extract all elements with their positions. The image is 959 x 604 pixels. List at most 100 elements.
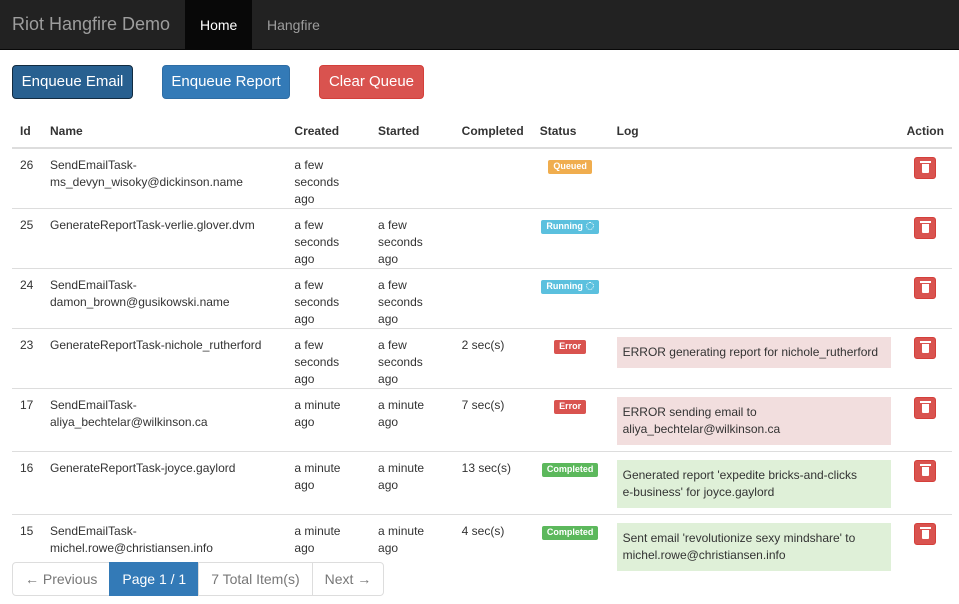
- status-badge-text: Completed: [546, 527, 594, 537]
- header-completed: Completed: [453, 115, 532, 149]
- navbar: Riot Hangfire Demo Home Hangfire: [0, 0, 959, 50]
- cell-action: [898, 451, 952, 515]
- cell-log: Generated report 'expedite bricks-and-cl…: [608, 451, 899, 515]
- cell-status: Running: [531, 268, 609, 329]
- cell-completed: 7 sec(s): [453, 388, 532, 452]
- cell-name: SendEmailTask- aliya_bechtelar@wilkinson…: [41, 388, 287, 452]
- brand-title[interactable]: Riot Hangfire Demo: [12, 14, 170, 35]
- table-row: 24 SendEmailTask- damon_brown@gusikowski.…: [12, 268, 952, 329]
- enqueue-email-button[interactable]: Enqueue Email: [12, 65, 133, 99]
- cell-status: Queued: [531, 147, 609, 209]
- cell-id: 17: [12, 388, 42, 452]
- total-items-count: 7 Total Item(s): [198, 562, 313, 596]
- delete-button[interactable]: [914, 397, 937, 419]
- status-badge: Completed: [541, 526, 599, 540]
- status-badge-text: Running: [546, 281, 583, 291]
- cell-created: a few seconds ago: [286, 268, 371, 329]
- cell-action: [898, 328, 952, 389]
- trash-icon: [920, 341, 932, 353]
- cell-created: a minute ago: [286, 451, 371, 515]
- cell-created: a few seconds ago: [286, 328, 371, 389]
- header-log: Log: [608, 115, 899, 149]
- cell-name: GenerateReportTask-joyce.gaylord: [41, 451, 287, 515]
- cell-completed: 13 sec(s): [453, 451, 532, 515]
- cell-status: Completed: [531, 451, 609, 515]
- status-badge: Running: [541, 220, 599, 234]
- cell-started: a minute ago: [370, 388, 454, 452]
- current-page-indicator[interactable]: Page 1 / 1: [109, 562, 200, 596]
- cell-log: [608, 268, 899, 329]
- next-page-button[interactable]: Next →: [311, 562, 385, 596]
- status-badge: Error: [554, 400, 587, 414]
- cell-action: [898, 147, 952, 209]
- delete-button[interactable]: [914, 523, 937, 545]
- cell-action: [898, 268, 952, 329]
- cell-status: Error: [531, 388, 609, 452]
- cell-completed: 2 sec(s): [453, 328, 532, 389]
- cell-id: 23: [12, 328, 42, 389]
- spinner-icon: [585, 282, 594, 290]
- enqueue-report-button[interactable]: Enqueue Report: [162, 65, 290, 99]
- cell-created: a few seconds ago: [286, 147, 371, 209]
- status-badge: Running: [541, 280, 599, 294]
- cell-log: Sent email 'revolutionize sexy mindshare…: [608, 514, 899, 578]
- cell-started: a few seconds ago: [370, 328, 454, 389]
- status-badge-text: Error: [559, 401, 582, 411]
- header-action: Action: [898, 115, 952, 149]
- trash-icon: [920, 221, 932, 233]
- trash-icon: [920, 281, 932, 293]
- delete-button[interactable]: [914, 277, 937, 299]
- log-message: Generated report 'expedite bricks-and-cl…: [616, 460, 891, 508]
- cell-completed: [453, 268, 532, 329]
- header-created: Created: [286, 115, 371, 149]
- cell-id: 16: [12, 451, 42, 515]
- table-header-row: Id Name Created Started Completed Status…: [12, 115, 952, 149]
- cell-log: [608, 147, 899, 209]
- table-row: 26 SendEmailTask- ms_devyn_wisoky@dickins…: [12, 147, 952, 209]
- cell-status: Completed: [531, 514, 609, 578]
- header-name: Name: [41, 115, 287, 149]
- cell-completed: 4 sec(s): [453, 514, 532, 578]
- nav-hangfire[interactable]: Hangfire: [252, 0, 335, 50]
- cell-started: a few seconds ago: [370, 208, 454, 269]
- delete-button[interactable]: [914, 460, 937, 482]
- status-badge-text: Running: [546, 221, 583, 231]
- previous-page-button[interactable]: ← Previous: [12, 562, 111, 596]
- cell-created: a minute ago: [286, 388, 371, 452]
- status-badge-text: Completed: [546, 464, 594, 474]
- cell-action: [898, 514, 952, 578]
- nav-home[interactable]: Home: [185, 0, 253, 50]
- cell-name: SendEmailTask- ms_devyn_wisoky@dickinson…: [41, 147, 287, 209]
- status-badge: Completed: [541, 463, 599, 477]
- cell-action: [898, 208, 952, 269]
- status-badge: Queued: [548, 160, 592, 174]
- clear-queue-button[interactable]: Clear Queue: [319, 65, 424, 99]
- delete-button[interactable]: [914, 157, 937, 179]
- cell-name: SendEmailTask- damon_brown@gusikowski.na…: [41, 268, 287, 329]
- trash-icon: [920, 464, 932, 476]
- cell-log: ERROR generating report for nichole_ruth…: [608, 328, 899, 389]
- header-status: Status: [531, 115, 609, 149]
- spinner-icon: [585, 222, 594, 230]
- status-badge-text: Error: [559, 341, 582, 351]
- log-message: ERROR sending email to aliya_bechtelar@w…: [616, 397, 891, 445]
- cell-action: [898, 388, 952, 452]
- cell-status: Running: [531, 208, 609, 269]
- delete-button[interactable]: [914, 337, 937, 359]
- cell-name: GenerateReportTask-nichole_rutherford: [41, 328, 287, 389]
- table-row: 23 GenerateReportTask-nichole_rutherford a…: [12, 328, 952, 389]
- cell-id: 26: [12, 147, 42, 209]
- cell-started: a minute ago: [370, 451, 454, 515]
- cell-id: 24: [12, 268, 42, 329]
- jobs-table: Id Name Created Started Completed Status…: [12, 115, 952, 578]
- cell-completed: [453, 208, 532, 269]
- cell-status: Error: [531, 328, 609, 389]
- table-row: 16 GenerateReportTask-joyce.gaylord a minu…: [12, 451, 952, 515]
- log-message: ERROR generating report for nichole_ruth…: [616, 337, 891, 368]
- status-badge: Error: [554, 340, 587, 354]
- trash-icon: [920, 527, 932, 539]
- delete-button[interactable]: [914, 217, 937, 239]
- status-badge-text: Queued: [553, 161, 587, 171]
- trash-icon: [920, 161, 932, 173]
- header-started: Started: [370, 115, 454, 149]
